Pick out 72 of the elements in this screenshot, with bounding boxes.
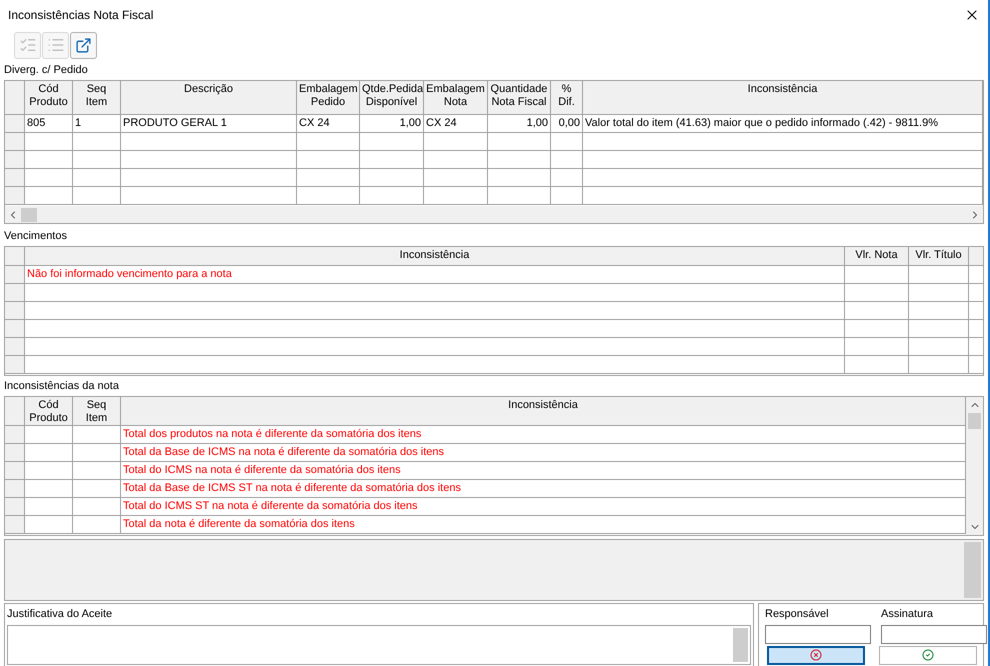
- table-cell-text: 0,00: [558, 116, 580, 132]
- external-link-icon: [75, 36, 92, 54]
- table-cell-text: Valor total do item (41.63) maior que o pedido informado (.42) - 9811.9%: [585, 116, 938, 132]
- row-header[interactable]: [5, 115, 25, 132]
- row-header[interactable]: [5, 480, 25, 497]
- table-cell-text: 1: [75, 116, 82, 132]
- row-header[interactable]: [5, 302, 25, 319]
- row-header[interactable]: [5, 516, 25, 533]
- column-header[interactable]: Inconsistência: [25, 247, 845, 265]
- memo-field[interactable]: [4, 539, 984, 601]
- row-header[interactable]: [5, 187, 25, 204]
- table-cell-text: Total do ICMS na nota é diferente da somatória dos itens: [123, 463, 401, 478]
- column-header[interactable]: Qtde.Pedida Disponível: [360, 81, 424, 114]
- responsible-field[interactable]: [765, 624, 871, 644]
- scrollbar-thumb[interactable]: [733, 628, 748, 662]
- field-label: Assinatura: [881, 607, 934, 622]
- checklist-icon: [18, 36, 36, 54]
- section-label: Inconsistências da nota: [4, 378, 119, 394]
- table-cell-text: Total da Base de ICMS ST na nota é diferente da somatória dos itens: [123, 481, 461, 496]
- table-cell-text: Total dos produtos na nota é diferente da somatória dos itens: [123, 427, 422, 442]
- table-cell-text: 1,00: [400, 116, 421, 132]
- row-header[interactable]: [5, 498, 25, 515]
- horizontal-scrollbar[interactable]: [5, 206, 983, 223]
- row-header[interactable]: [5, 169, 25, 186]
- column-header[interactable]: Quantidade Nota Fiscal: [488, 81, 551, 114]
- vertical-scrollbar[interactable]: [966, 397, 983, 535]
- row-header[interactable]: [5, 356, 25, 373]
- column-header[interactable]: Cód Produto: [25, 397, 73, 425]
- field-label: Justificativa do Aceite: [7, 607, 114, 622]
- row-header[interactable]: [5, 426, 25, 443]
- section-label: Vencimentos: [4, 228, 67, 244]
- table-cell-text: CX 24: [299, 116, 330, 132]
- window-title: Inconsistências Nota Fiscal: [8, 7, 154, 24]
- list-icon: [46, 36, 64, 54]
- column-header[interactable]: Inconsistência: [583, 81, 983, 114]
- table-cell-text: Total da Base de ICMS na nota é diferente da somatória dos itens: [123, 445, 444, 460]
- check-icon: [922, 649, 934, 661]
- row-header[interactable]: [5, 151, 25, 168]
- section-label: Diverg. c/ Pedido: [4, 62, 88, 78]
- scrollbar-thumb[interactable]: [21, 208, 37, 222]
- confirm-button[interactable]: [879, 646, 977, 664]
- table-cell-text: PRODUTO GERAL 1: [123, 116, 227, 132]
- cancel-button[interactable]: [767, 646, 865, 664]
- row-header[interactable]: [5, 444, 25, 461]
- justification-field[interactable]: [7, 624, 751, 664]
- toolbar-button[interactable]: [70, 32, 97, 58]
- field-label: Responsável: [765, 607, 830, 622]
- column-header[interactable]: Seq Item: [73, 397, 121, 425]
- table-cell-text: 1,00: [526, 116, 548, 132]
- column-header[interactable]: Vlr. Nota: [845, 247, 909, 265]
- row-header[interactable]: [5, 320, 25, 337]
- table-cell-text: Total da nota é diferente da somatória dos itens: [123, 517, 355, 532]
- column-header[interactable]: Seq Item: [73, 81, 121, 114]
- row-header[interactable]: [5, 284, 25, 301]
- column-header[interactable]: Descrição: [121, 81, 297, 114]
- column-header[interactable]: % Dif.: [551, 81, 583, 114]
- column-header[interactable]: Vlr. Título: [909, 247, 969, 265]
- scrollbar-thumb[interactable]: [968, 413, 981, 429]
- table-cell-text: 805: [27, 116, 46, 132]
- row-header[interactable]: [5, 133, 25, 150]
- table-cell-text: Não foi informado vencimento para a nota: [27, 267, 232, 282]
- scrollbar-thumb[interactable]: [964, 542, 981, 598]
- signature-field[interactable]: [881, 624, 987, 644]
- table-cell-text: CX 24: [426, 116, 457, 132]
- column-header[interactable]: Embalagem Pedido: [297, 81, 360, 114]
- table-cell-text: Total do ICMS ST na nota é diferente da somatória dos itens: [123, 499, 418, 514]
- column-header[interactable]: Cód Produto: [25, 81, 73, 114]
- row-header[interactable]: [5, 462, 25, 479]
- row-header[interactable]: [5, 338, 25, 355]
- cancel-icon: [810, 649, 822, 661]
- row-header[interactable]: [5, 266, 25, 283]
- column-header[interactable]: Embalagem Nota: [424, 81, 488, 114]
